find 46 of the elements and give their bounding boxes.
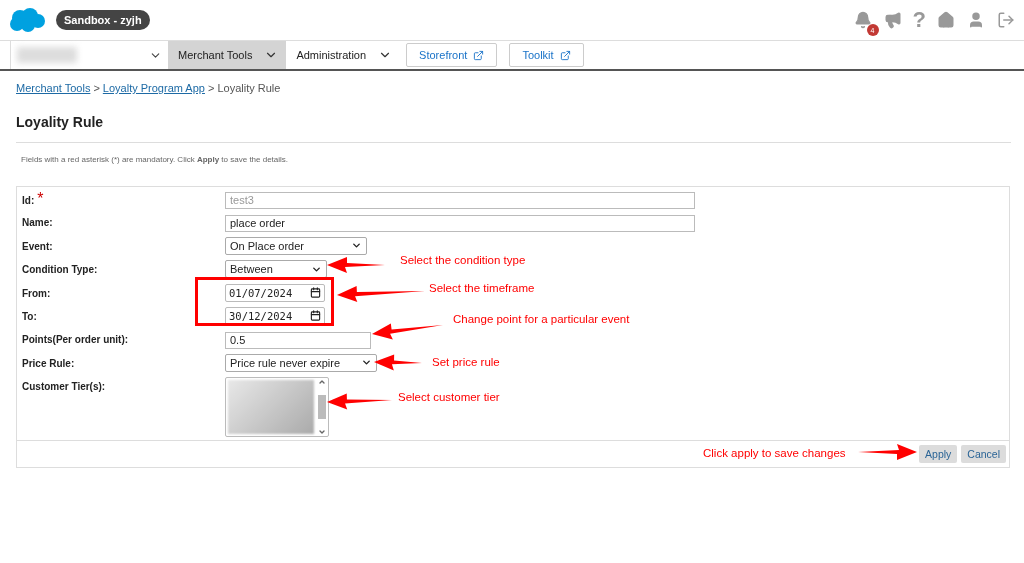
annotation-text: Set price rule	[432, 356, 500, 368]
annotation-text: Click apply to save changes	[703, 447, 846, 459]
field-label: Price Rule:	[22, 356, 75, 369]
field-label: Event:	[22, 239, 53, 252]
required-mark: *	[37, 190, 44, 208]
cloud-logo	[8, 7, 46, 33]
list-box[interactable]	[225, 377, 329, 438]
nav-link-button[interactable]: Toolkit	[509, 43, 584, 67]
annotation-text: Select customer tier	[398, 391, 500, 403]
home-icon[interactable]	[936, 10, 956, 30]
text-field[interactable]: 0.5	[225, 331, 371, 349]
field-label: Points(Per order unit):	[22, 333, 129, 346]
dropdown[interactable]: On Place order	[225, 236, 367, 255]
field-label: Name:	[22, 216, 53, 229]
breadcrumb-separator: >	[93, 82, 100, 94]
field-label: Id:	[22, 194, 35, 206]
nav-menu[interactable]: Administration	[286, 41, 401, 69]
dropdown[interactable]: Price rule never expire	[225, 353, 377, 372]
breadcrumb-separator: >	[207, 82, 215, 94]
breadcrumb-link[interactable]: Loyalty Program App	[102, 82, 205, 94]
annotation-text: Select the condition type	[400, 254, 526, 266]
calendar-icon[interactable]	[310, 287, 321, 299]
breadcrumb-link[interactable]: Merchant Tools	[16, 82, 91, 94]
dropdown[interactable]: Between	[225, 260, 327, 279]
breadcrumb-current: Loyality Rule	[217, 82, 281, 94]
date-field[interactable]: 30/12/2024	[225, 306, 325, 325]
sandbox-label: Sandbox - zyjh	[56, 10, 150, 30]
bell-icon[interactable]	[853, 11, 872, 29]
field-label: Customer Tier(s):	[22, 380, 106, 393]
calendar-icon[interactable]	[310, 310, 321, 322]
annotation-text: Select the timeframe	[429, 282, 535, 294]
apply-button[interactable]: Apply	[919, 445, 958, 464]
external-link-icon	[559, 49, 571, 61]
date-field[interactable]: 01/07/2024	[225, 283, 325, 302]
mandatory-note: Fields with a red asterisk (*) are mandatory. Click Apply to save the details.	[21, 155, 290, 164]
field-label: Condition Type:	[22, 263, 98, 276]
annotation-text: Change point for a particular event	[453, 313, 630, 325]
cancel-button[interactable]: Cancel	[961, 445, 1006, 464]
external-link-icon	[473, 49, 485, 61]
logout-icon[interactable]	[996, 10, 1016, 30]
page-title: Loyality Rule	[16, 114, 1011, 143]
nav-menu[interactable]: Merchant Tools	[168, 41, 287, 69]
field-label: From:	[22, 286, 51, 299]
nav-link-button[interactable]: Storefront	[406, 43, 498, 67]
text-field[interactable]: place order	[225, 214, 695, 232]
field-label: To:	[22, 309, 37, 322]
